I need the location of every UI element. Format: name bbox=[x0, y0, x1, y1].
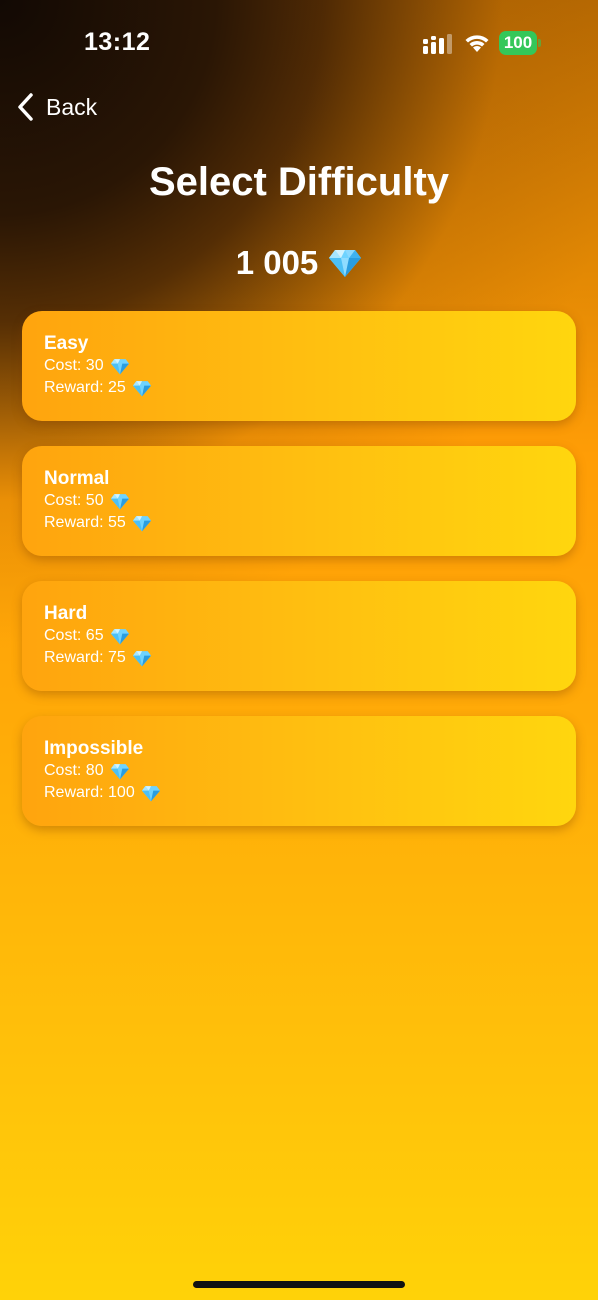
chevron-left-icon bbox=[18, 93, 33, 121]
cost-text: Cost: 80 bbox=[44, 762, 104, 779]
cost-text: Cost: 30 bbox=[44, 357, 104, 374]
difficulty-name: Impossible bbox=[44, 738, 144, 759]
status-time: 13:12 bbox=[84, 28, 151, 56]
difficulty-reward: Reward: 25 bbox=[44, 377, 554, 399]
difficulty-reward: Reward: 75 bbox=[44, 647, 554, 669]
diamond-icon bbox=[110, 628, 129, 644]
difficulty-card-easy[interactable]: Easy Cost: 30 Reward: 25 bbox=[22, 311, 576, 421]
home-indicator[interactable] bbox=[193, 1281, 405, 1288]
balance-value: 1 005 bbox=[235, 244, 319, 281]
back-label: Back bbox=[46, 93, 98, 120]
back-button[interactable]: Back bbox=[16, 90, 97, 124]
difficulty-card-normal[interactable]: Normal Cost: 50 Reward: 55 bbox=[22, 446, 576, 556]
difficulty-reward: Reward: 100 bbox=[44, 782, 554, 804]
diamond-icon bbox=[132, 650, 151, 666]
diamond-icon bbox=[110, 763, 129, 779]
page-title: Select Difficulty bbox=[148, 160, 450, 204]
reward-text: Reward: 55 bbox=[44, 514, 126, 531]
difficulty-name: Easy bbox=[44, 333, 89, 354]
cellular-signal-icon bbox=[423, 34, 452, 54]
diamond-icon bbox=[110, 493, 129, 509]
cost-text: Cost: 65 bbox=[44, 627, 104, 644]
difficulty-cost: Cost: 65 bbox=[44, 625, 554, 647]
reward-text: Reward: 75 bbox=[44, 649, 126, 666]
cost-text: Cost: 50 bbox=[44, 492, 104, 509]
diamond-icon bbox=[132, 515, 151, 531]
difficulty-card-hard[interactable]: Hard Cost: 65 Reward: 75 bbox=[22, 581, 576, 691]
difficulty-list: Easy Cost: 30 Reward: 25 Normal Cost: 50… bbox=[22, 311, 576, 851]
diamond-icon bbox=[132, 380, 151, 396]
reward-text: Reward: 100 bbox=[44, 784, 135, 801]
battery-cap bbox=[538, 39, 541, 47]
difficulty-reward: Reward: 55 bbox=[44, 512, 554, 534]
difficulty-name: Hard bbox=[44, 603, 88, 624]
difficulty-cost: Cost: 30 bbox=[44, 355, 554, 377]
reward-text: Reward: 25 bbox=[44, 379, 126, 396]
diamond-icon bbox=[141, 785, 160, 801]
difficulty-name: Normal bbox=[44, 468, 110, 489]
diamond-icon bbox=[329, 250, 362, 277]
difficulty-cost: Cost: 50 bbox=[44, 490, 554, 512]
difficulty-card-impossible[interactable]: Impossible Cost: 80 Reward: 100 bbox=[22, 716, 576, 826]
battery-indicator: 100 bbox=[499, 31, 541, 55]
difficulty-cost: Cost: 80 bbox=[44, 760, 554, 782]
status-bar: 13:12 100 bbox=[0, 0, 598, 88]
battery-level: 100 bbox=[499, 31, 537, 55]
wifi-icon bbox=[465, 35, 489, 52]
gem-balance: 1 005 bbox=[0, 244, 598, 282]
diamond-icon bbox=[110, 358, 129, 374]
